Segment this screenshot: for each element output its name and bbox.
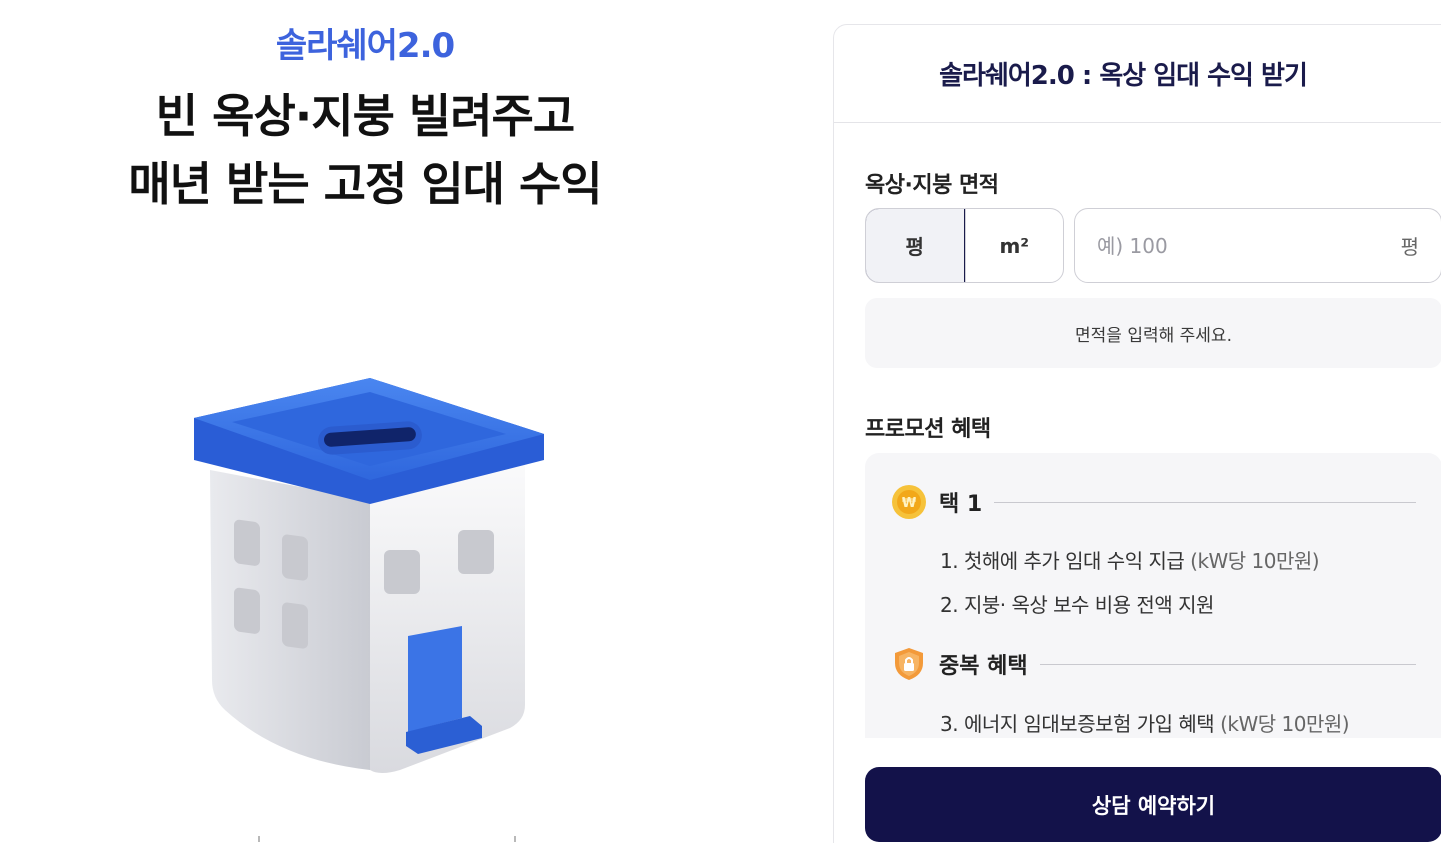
divider: [1039, 663, 1416, 665]
headline-line-1: 빈 옥상·지붕 빌려주고: [155, 89, 575, 143]
hero-section: 솔라쉐어2.0 빈 옥상·지붕 빌려주고 매년 받는 고정 임대 수익: [0, 0, 730, 843]
panel-header: 솔라쉐어2.0 : 옥상 임대 수익 받기: [834, 25, 1441, 123]
promo-group-title: 택 1: [939, 492, 983, 517]
building-piggybank-illustration: [194, 378, 544, 773]
promo-item: 2. 지붕· 옥상 보수 비용 전액 지원: [940, 589, 1214, 618]
panel-title: 솔라쉐어2.0 : 옥상 임대 수익 받기: [939, 61, 1308, 91]
result-message: 면적을 입력해 주세요.: [1075, 325, 1232, 346]
promo-item-text: 2. 지붕· 옥상 보수 비용 전액 지원: [940, 593, 1214, 617]
hero-headline: 빈 옥상·지붕 빌려주고 매년 받는 고정 임대 수익: [0, 82, 730, 218]
promo-item-text: 1. 첫해에 추가 임대 수익 지급: [940, 549, 1185, 573]
calculator-panel: 솔라쉐어2.0 : 옥상 임대 수익 받기 옥상·지붕 면적 평 m² 평 면적…: [833, 24, 1441, 843]
promo-group-header: 중복 혜택: [891, 646, 1416, 682]
divider: [994, 501, 1416, 503]
area-unit-suffix: 평: [1400, 235, 1419, 259]
promo-item: 1. 첫해에 추가 임대 수익 지급 (kW당 10만원): [940, 545, 1320, 574]
unit-option-square-meter[interactable]: m²: [964, 209, 1064, 282]
headline-line-2: 매년 받는 고정 임대 수익: [128, 157, 602, 211]
promo-item-text: 3. 에너지 임대보증보험 가입 혜택: [940, 712, 1215, 736]
lock-shield-icon: [895, 648, 923, 680]
promo-item-note: (kW당 10만원): [1220, 712, 1350, 736]
unit-toggle: 평 m²: [865, 208, 1064, 283]
promo-group-title: 중복 혜택: [939, 654, 1028, 679]
promo-label: 프로모션 혜택: [865, 417, 991, 442]
brand-title: 솔라쉐어2.0: [275, 26, 455, 66]
promo-item-note: (kW당 10만원): [1190, 549, 1320, 573]
area-input-wrapper: 평: [1074, 208, 1441, 283]
result-message-box: 면적을 입력해 주세요.: [865, 298, 1441, 368]
won-coin-icon: ₩: [892, 485, 926, 519]
promo-group-header: ₩ 택 1: [891, 484, 1416, 520]
scroll-tick: [258, 836, 260, 842]
promo-box: ₩ 택 1 1. 첫해에 추가 임대 수익 지급 (kW당 10만원) 2. 지…: [865, 453, 1441, 738]
book-consultation-button[interactable]: 상담 예약하기: [865, 767, 1441, 842]
scroll-tick: [514, 836, 516, 842]
unit-option-pyeong[interactable]: 평: [866, 209, 965, 282]
area-input[interactable]: [1097, 233, 1401, 258]
area-label: 옥상·지붕 면적: [865, 173, 999, 198]
svg-text:₩: ₩: [902, 496, 917, 511]
promo-item: 3. 에너지 임대보증보험 가입 혜택 (kW당 10만원): [940, 708, 1350, 737]
